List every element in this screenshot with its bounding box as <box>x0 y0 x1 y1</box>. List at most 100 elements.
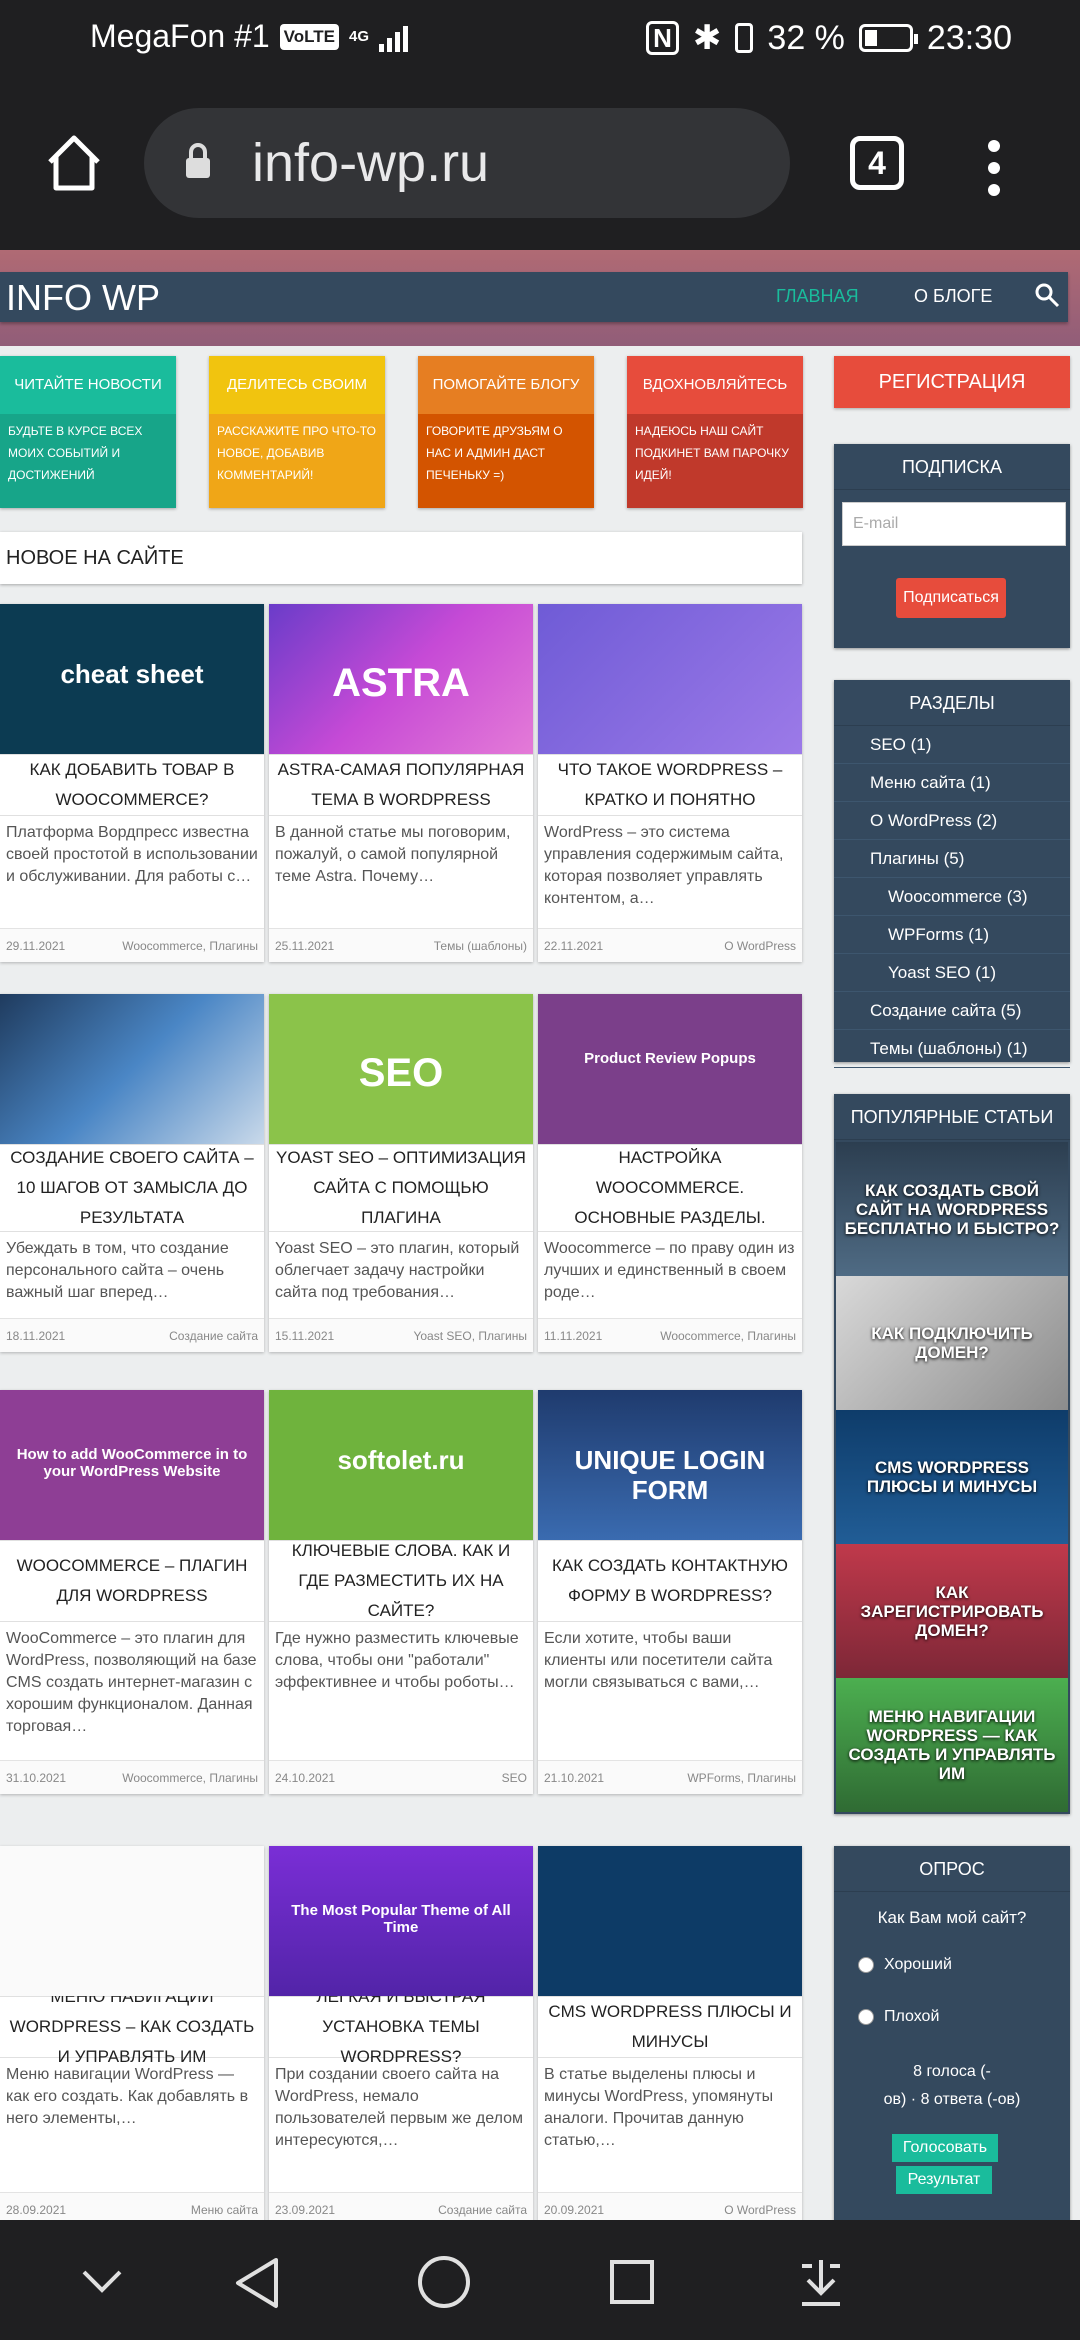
post-categories[interactable]: WPForms, Плагины <box>687 1771 796 1785</box>
popular-post-title[interactable]: КАК СОЗДАТЬ СВОЙ САЙТ НА WORDPRESS БЕСПЛ… <box>842 1142 1062 1276</box>
post-card[interactable]: UNIQUE LOGIN FORM КАК СОЗДАТЬ КОНТАКТНУЮ … <box>538 1390 802 1794</box>
post-card[interactable]: SEO YOAST SEO – ОПТИМИЗАЦИЯ САЙТА С ПОМОЩ… <box>269 994 533 1352</box>
post-card[interactable]: МЕНЮ НАВИГАЦИИ WORDPRESS – КАК СОЗДАТЬ И… <box>0 1846 264 2220</box>
post-thumbnail[interactable]: ASTRA <box>269 604 533 754</box>
recents-icon[interactable] <box>608 2258 656 2306</box>
section-link[interactable]: Yoast SEO (1) <box>834 954 1070 992</box>
email-input[interactable]: E-mail <box>842 502 1066 546</box>
feature-box[interactable]: Вдохновляйтесь Надеюсь наш сайт подкинет … <box>627 356 803 508</box>
section-link[interactable]: Создание сайта (5) <box>834 992 1070 1030</box>
post-title[interactable]: ЛЕГКАЯ И БЫСТРАЯ УСТАНОВКА ТЕМЫ WORDPRES… <box>269 1987 533 2066</box>
back-icon[interactable] <box>232 2256 280 2310</box>
address-bar[interactable]: info-wp.ru <box>144 108 790 218</box>
post-card[interactable]: The Most Popular Theme of All Time ЛЕГКАЯ… <box>269 1846 533 2220</box>
section-link[interactable]: Темы (шаблоны) (1) <box>834 1030 1070 1068</box>
section-link[interactable]: Woocommerce (3) <box>834 878 1070 916</box>
url-text[interactable]: info-wp.ru <box>252 132 489 194</box>
post-title[interactable]: CMS WORDPRESS ПЛЮСЫ И МИНУСЫ <box>538 1996 802 2058</box>
post-title[interactable]: КАК СОЗДАТЬ КОНТАКТНУЮ ФОРМУ В WORDPRESS… <box>538 1540 802 1622</box>
popular-post-title[interactable]: КАК ПОДКЛЮЧИТЬ ДОМЕН? <box>842 1276 1062 1410</box>
post-categories[interactable]: Woocommerce, Плагины <box>122 939 258 953</box>
post-thumbnail[interactable] <box>538 604 802 754</box>
post-thumbnail[interactable]: SEO <box>269 994 533 1144</box>
notification-pull-icon[interactable] <box>796 2256 846 2308</box>
popular-post[interactable]: КАК ПОДКЛЮЧИТЬ ДОМЕН? <box>836 1276 1068 1410</box>
popular-post[interactable]: CMS WORDPRESS ПЛЮСЫ И МИНУСЫ <box>836 1410 1068 1544</box>
section-link[interactable]: Меню сайта (1) <box>834 764 1070 802</box>
results-button[interactable]: Результат <box>896 2166 992 2194</box>
post-card[interactable]: СОЗДАНИЕ СВОЕГО САЙТА – 10 ШАГОВ ОТ ЗАМЫ… <box>0 994 264 1352</box>
post-thumbnail[interactable] <box>0 994 264 1144</box>
poll-result-line: 8 голоса (- <box>913 2063 991 2080</box>
subscribe-heading: ПОДПИСКА <box>834 444 1070 490</box>
post-title[interactable]: КАК ДОБАВИТЬ ТОВАР В WOOCOMMERCE? <box>0 754 264 816</box>
popular-post-title[interactable]: CMS WORDPRESS ПЛЮСЫ И МИНУСЫ <box>842 1410 1062 1544</box>
popular-post-title[interactable]: МЕНЮ НАВИГАЦИИ WORDPRESS — КАК СОЗДАТЬ И… <box>842 1678 1062 1812</box>
poll-option-bad[interactable]: Плохой <box>858 2008 939 2026</box>
section-link[interactable]: Плагины (5) <box>834 840 1070 878</box>
post-categories[interactable]: Woocommerce, Плагины <box>122 1771 258 1785</box>
post-thumbnail[interactable] <box>538 1846 802 1996</box>
post-categories[interactable]: О WordPress <box>724 939 796 953</box>
nav-home[interactable]: ГЛАВНАЯ <box>776 286 859 307</box>
post-thumbnail[interactable]: Product Review Popups <box>538 994 802 1144</box>
post-card[interactable]: How to add WooCommerce in to your WordPr… <box>0 1390 264 1794</box>
register-button[interactable]: РЕГИСТРАЦИЯ <box>834 356 1070 408</box>
vote-button[interactable]: Голосовать <box>892 2134 998 2162</box>
post-title[interactable]: WOOCOMMERCE – ПЛАГИН ДЛЯ WORDPRESS <box>0 1540 264 1622</box>
post-title[interactable]: КЛЮЧЕВЫЕ СЛОВА. КАК И ГДЕ РАЗМЕСТИТЬ ИХ … <box>269 1540 533 1622</box>
subscribe-button[interactable]: Подписаться <box>896 578 1006 618</box>
post-title[interactable]: ЧТО ТАКОЕ WORDPRESS – КРАТКО И ПОНЯТНО <box>538 754 802 816</box>
feature-box[interactable]: Читайте новости Будьте в курсе всех моих … <box>0 356 176 508</box>
post-title[interactable]: СОЗДАНИЕ СВОЕГО САЙТА – 10 ШАГОВ ОТ ЗАМЫ… <box>0 1144 264 1232</box>
post-thumbnail[interactable] <box>0 1846 264 1996</box>
post-categories[interactable]: SEO <box>502 1771 527 1785</box>
subscribe-widget: ПОДПИСКА E-mail Подписаться <box>834 444 1070 648</box>
post-thumbnail[interactable]: The Most Popular Theme of All Time <box>269 1846 533 1996</box>
site-logo[interactable]: INFO WP <box>6 277 160 319</box>
post-title[interactable]: МЕНЮ НАВИГАЦИИ WORDPRESS – КАК СОЗДАТЬ И… <box>0 1987 264 2066</box>
radio-icon[interactable] <box>858 1956 874 1973</box>
poll-option-good[interactable]: Хороший <box>858 1956 952 1974</box>
nav-about[interactable]: О БЛОГЕ <box>914 286 992 307</box>
feature-box[interactable]: Помогайте блогу Говорите друзьям о нас и … <box>418 356 594 508</box>
post-categories[interactable]: Yoast SEO, Плагины <box>413 1329 527 1343</box>
popular-post[interactable]: КАК ЗАРЕГИСТРИРОВАТЬ ДОМЕН? <box>836 1544 1068 1678</box>
lock-icon[interactable] <box>184 142 212 180</box>
post-thumbnail[interactable]: cheat sheet <box>0 604 264 754</box>
post-card[interactable]: cheat sheet КАК ДОБАВИТЬ ТОВАР В WOOCOMME… <box>0 604 264 962</box>
popular-post[interactable]: КАК СОЗДАТЬ СВОЙ САЙТ НА WORDPRESS БЕСПЛ… <box>836 1142 1068 1276</box>
search-icon[interactable] <box>1034 282 1060 308</box>
post-meta: 15.11.2021 Yoast SEO, Плагины <box>269 1318 533 1352</box>
post-thumbnail[interactable]: UNIQUE LOGIN FORM <box>538 1390 802 1540</box>
post-thumbnail[interactable]: How to add WooCommerce in to your WordPr… <box>0 1390 264 1540</box>
post-card[interactable]: ASTRA ASTRA-САМАЯ ПОПУЛЯРНАЯ ТЕМА В WORDP… <box>269 604 533 962</box>
radio-icon[interactable] <box>858 2008 874 2025</box>
feature-box[interactable]: Делитесь своим Расскажите про что-то ново… <box>209 356 385 508</box>
post-card[interactable]: Product Review Popups НАСТРОЙКА WOOCOMMER… <box>538 994 802 1352</box>
section-link[interactable]: SEO (1) <box>834 726 1070 764</box>
overflow-menu-icon[interactable] <box>988 140 1002 198</box>
post-card[interactable]: ЧТО ТАКОЕ WORDPRESS – КРАТКО И ПОНЯТНО Wo… <box>538 604 802 962</box>
popular-post-title[interactable]: КАК ЗАРЕГИСТРИРОВАТЬ ДОМЕН? <box>842 1544 1062 1678</box>
post-categories[interactable]: Меню сайта <box>191 2203 258 2217</box>
post-thumbnail[interactable]: softolet.ru <box>269 1390 533 1540</box>
post-categories[interactable]: Woocommerce, Плагины <box>660 1329 796 1343</box>
home-button-icon[interactable] <box>416 2254 472 2310</box>
tabs-icon[interactable]: 4 <box>850 136 904 190</box>
post-title[interactable]: ASTRA-САМАЯ ПОПУЛЯРНАЯ ТЕМА В WORDPRESS <box>269 754 533 816</box>
post-categories[interactable]: Создание сайта <box>438 2203 527 2217</box>
chevron-down-icon[interactable] <box>80 2266 124 2296</box>
section-link[interactable]: WPForms (1) <box>834 916 1070 954</box>
post-card[interactable]: CMS WORDPRESS ПЛЮСЫ И МИНУСЫ В статье выд… <box>538 1846 802 2220</box>
post-title[interactable]: НАСТРОЙКА WOOCOMMERCE. ОСНОВНЫЕ РАЗДЕЛЫ. <box>538 1144 802 1232</box>
section-link[interactable]: О WordPress (2) <box>834 802 1070 840</box>
popular-post[interactable]: МЕНЮ НАВИГАЦИИ WORDPRESS — КАК СОЗДАТЬ И… <box>836 1678 1068 1812</box>
post-categories[interactable]: Темы (шаблоны) <box>434 939 527 953</box>
post-categories[interactable]: О WordPress <box>724 2203 796 2217</box>
poll-results-text: 8 голоса (- ов) · 8 ответа (-ов) <box>834 2058 1070 2114</box>
home-icon[interactable] <box>44 132 104 192</box>
post-categories[interactable]: Создание сайта <box>169 1329 258 1343</box>
post-title[interactable]: YOAST SEO – ОПТИМИЗАЦИЯ САЙТА С ПОМОЩЬЮ … <box>269 1144 533 1232</box>
post-card[interactable]: softolet.ru КЛЮЧЕВЫЕ СЛОВА. КАК И ГДЕ РАЗ… <box>269 1390 533 1794</box>
